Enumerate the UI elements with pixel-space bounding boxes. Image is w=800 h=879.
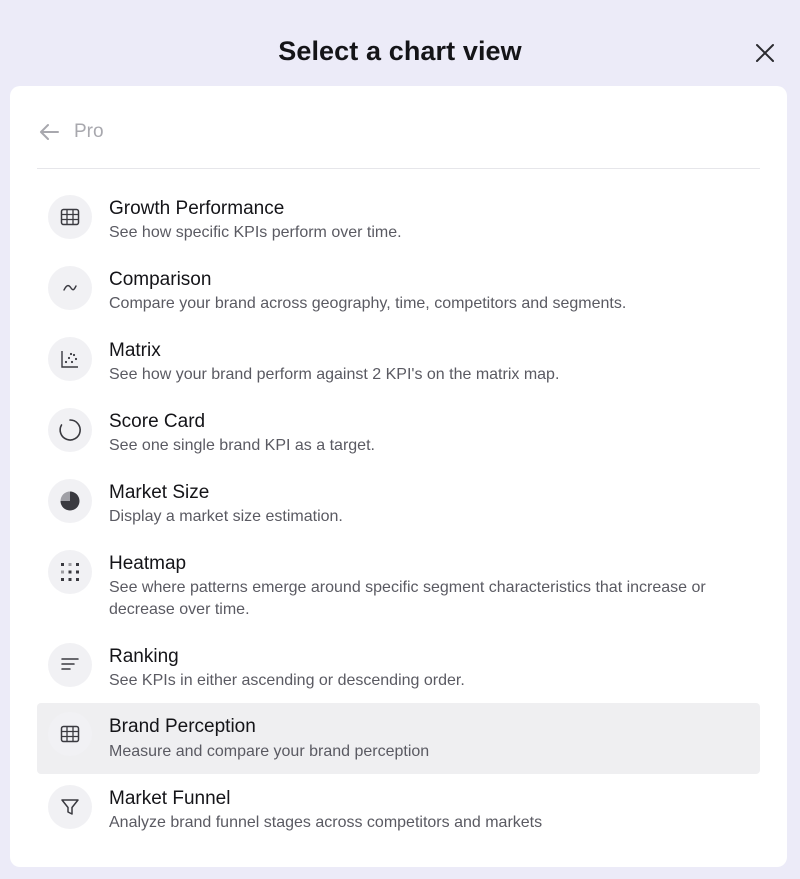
- item-icon-badge: [48, 643, 92, 687]
- chart-option-market-size[interactable]: Market Size Display a market size estima…: [37, 474, 760, 534]
- item-icon-badge: [48, 337, 92, 381]
- item-title: Market Size: [109, 482, 210, 503]
- close-icon: [756, 44, 774, 62]
- ring-progress-icon: [59, 419, 81, 441]
- item-description: Compare your brand across geography, tim…: [109, 295, 627, 312]
- item-description: See how specific KPIs perform over time.: [109, 224, 402, 241]
- scatter-icon: [61, 351, 78, 368]
- item-description: See one single brand KPI as a target.: [109, 437, 375, 454]
- heatmap-icon: [61, 563, 79, 581]
- item-icon-badge: [48, 195, 92, 239]
- funnel-icon: [61, 799, 79, 815]
- arrow-left-icon: [40, 124, 59, 140]
- chart-option-market-funnel[interactable]: Market Funnel Analyze brand funnel stage…: [37, 780, 760, 840]
- back-button[interactable]: Pro: [38, 116, 104, 148]
- item-icon-badge: [48, 712, 92, 756]
- chart-option-comparison[interactable]: Comparison Compare your brand across geo…: [37, 261, 760, 321]
- item-description: Analyze brand funnel stages across compe…: [109, 814, 543, 831]
- item-title: Heatmap: [109, 553, 187, 574]
- chart-option-score-card[interactable]: Score Card See one single brand KPI as a…: [37, 403, 760, 463]
- sort-lines-icon: [61, 658, 79, 670]
- item-title: Growth Performance: [109, 198, 285, 219]
- back-label: Pro: [74, 121, 104, 142]
- item-description: Measure and compare your brand perceptio…: [109, 743, 430, 760]
- table-icon: [60, 208, 80, 226]
- item-title: Ranking: [109, 646, 179, 667]
- chart-option-heatmap[interactable]: Heatmap See where patterns emerge around…: [37, 545, 760, 627]
- chart-option-ranking[interactable]: Ranking See KPIs in either ascending or …: [37, 638, 760, 698]
- pie-icon: [60, 491, 80, 511]
- item-description: Display a market size estimation.: [109, 508, 343, 525]
- item-title: Comparison: [109, 269, 212, 290]
- item-icon-badge: [48, 479, 92, 523]
- item-icon-badge: [48, 266, 92, 310]
- chart-option-growth-performance[interactable]: Growth Performance See how specific KPIs…: [37, 190, 760, 250]
- line-trend-icon: [63, 284, 77, 291]
- close-button[interactable]: [752, 40, 778, 66]
- item-icon-badge: [48, 785, 92, 829]
- item-description: See how your brand perform against 2 KPI…: [109, 366, 560, 383]
- modal-title: Select a chart view: [278, 36, 522, 66]
- item-title: Score Card: [109, 411, 206, 432]
- chart-option-matrix[interactable]: Matrix See how your brand perform agains…: [37, 332, 760, 392]
- chart-view-modal: Select a chart view Pro Growth Performan…: [0, 0, 800, 879]
- item-description: See where patterns emerge around specifi…: [109, 579, 706, 618]
- divider: [37, 168, 760, 169]
- item-description: See KPIs in either ascending or descendi…: [109, 672, 465, 689]
- item-icon-badge: [48, 550, 92, 594]
- item-icon-badge: [48, 408, 92, 452]
- item-title: Matrix: [109, 340, 161, 361]
- table-icon: [60, 725, 80, 743]
- item-title: Brand Perception: [109, 716, 256, 737]
- item-title: Market Funnel: [109, 788, 231, 809]
- chart-option-brand-perception[interactable]: Brand Perception Measure and compare you…: [37, 703, 760, 774]
